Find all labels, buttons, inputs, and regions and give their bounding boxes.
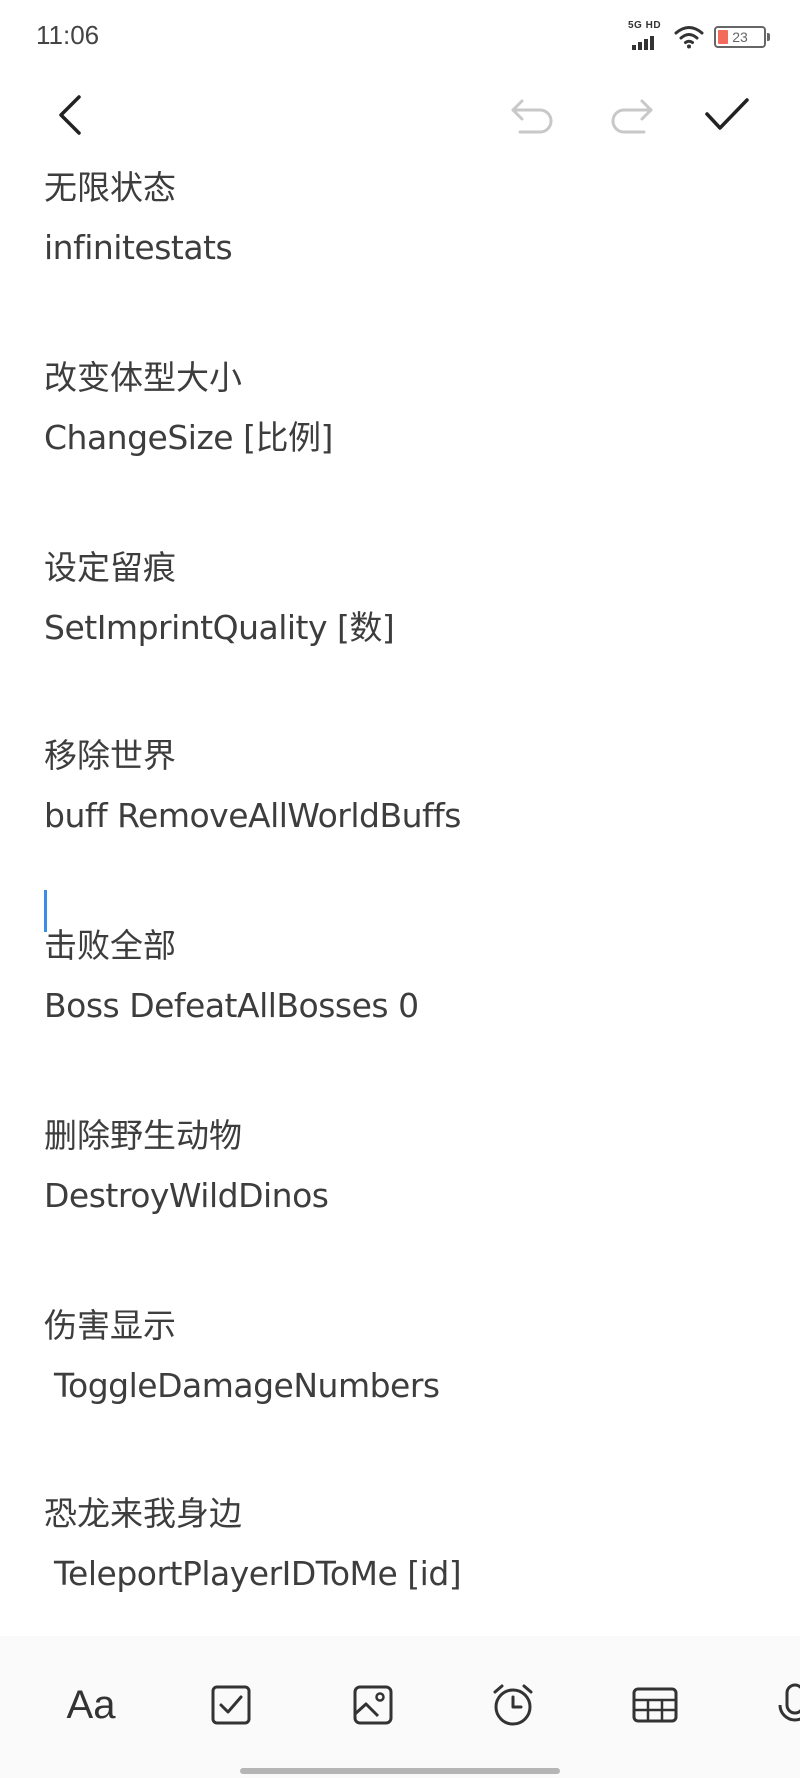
entry-title: 移除世界 — [44, 736, 176, 775]
editor-toolbar — [0, 80, 800, 150]
checkbox-icon — [211, 1685, 251, 1725]
undo-button[interactable] — [498, 80, 568, 150]
done-button[interactable] — [692, 80, 762, 150]
reminder-button[interactable] — [478, 1670, 548, 1740]
entry-command: ChangeSize [比例] — [44, 418, 333, 457]
microphone-icon — [778, 1683, 800, 1722]
entry-title: 无限状态 — [44, 168, 176, 207]
status-time: 11:06 — [36, 20, 100, 50]
alarm-icon — [493, 1684, 533, 1726]
note-entry: 恐龙来我身边 TeleportPlayerIDToMe [id] — [44, 1494, 764, 1594]
battery-icon: 23 — [714, 26, 770, 48]
check-icon — [705, 98, 749, 130]
entry-command: Boss DefeatAllBosses 0 — [44, 986, 419, 1025]
text-format-icon: Aa — [66, 1682, 116, 1727]
back-button[interactable] — [36, 80, 106, 150]
note-entry: 伤害显示 ToggleDamageNumbers — [44, 1306, 764, 1406]
network-label: 5G HD — [628, 20, 662, 31]
entry-title: 删除野生动物 — [44, 1116, 242, 1155]
redo-button[interactable] — [596, 80, 666, 150]
status-bar: 11:06 5G HD 23 — [0, 0, 800, 72]
entry-title: 恐龙来我身边 — [44, 1494, 242, 1533]
entry-command: buff RemoveAllWorldBuffs — [44, 796, 461, 835]
wifi-icon — [674, 25, 704, 49]
note-entry: 无限状态 infinitestats — [44, 168, 764, 268]
text-format-button[interactable]: Aa — [56, 1670, 126, 1740]
insert-image-button[interactable] — [338, 1670, 408, 1740]
redo-icon — [611, 99, 653, 134]
insert-table-button[interactable] — [620, 1670, 690, 1740]
cellular-signal-icon: 5G HD — [628, 20, 664, 52]
note-entry: 击败全部 Boss DefeatAllBosses 0 — [44, 926, 764, 1026]
entry-command: TeleportPlayerIDToMe [id] — [44, 1554, 462, 1593]
note-entry: 设定留痕 SetImprintQuality [数] — [44, 548, 764, 648]
bottom-toolbar: Aa — [0, 1636, 800, 1778]
entry-command: infinitestats — [44, 228, 233, 267]
home-indicator[interactable] — [240, 1768, 560, 1774]
entry-command: ToggleDamageNumbers — [44, 1366, 440, 1405]
checklist-button[interactable] — [196, 1670, 266, 1740]
entry-title: 击败全部 — [44, 926, 176, 965]
status-icons: 5G HD 23 — [628, 20, 770, 52]
entry-command: SetImprintQuality [数] — [44, 608, 395, 647]
note-entry: 删除野生动物 DestroyWildDinos — [44, 1116, 764, 1216]
entry-command: DestroyWildDinos — [44, 1176, 329, 1215]
chevron-left-icon — [59, 95, 81, 135]
battery-level: 23 — [732, 29, 748, 45]
note-entry: 移除世界 buff RemoveAllWorldBuffs — [44, 736, 764, 836]
note-entry: 改变体型大小 ChangeSize [比例] — [44, 358, 764, 458]
table-icon — [632, 1687, 678, 1723]
entry-title: 改变体型大小 — [44, 358, 242, 397]
entry-title: 伤害显示 — [44, 1306, 176, 1345]
voice-input-button[interactable] — [760, 1670, 800, 1740]
image-icon — [353, 1685, 393, 1725]
entry-title: 设定留痕 — [44, 548, 176, 587]
undo-icon — [511, 99, 553, 134]
